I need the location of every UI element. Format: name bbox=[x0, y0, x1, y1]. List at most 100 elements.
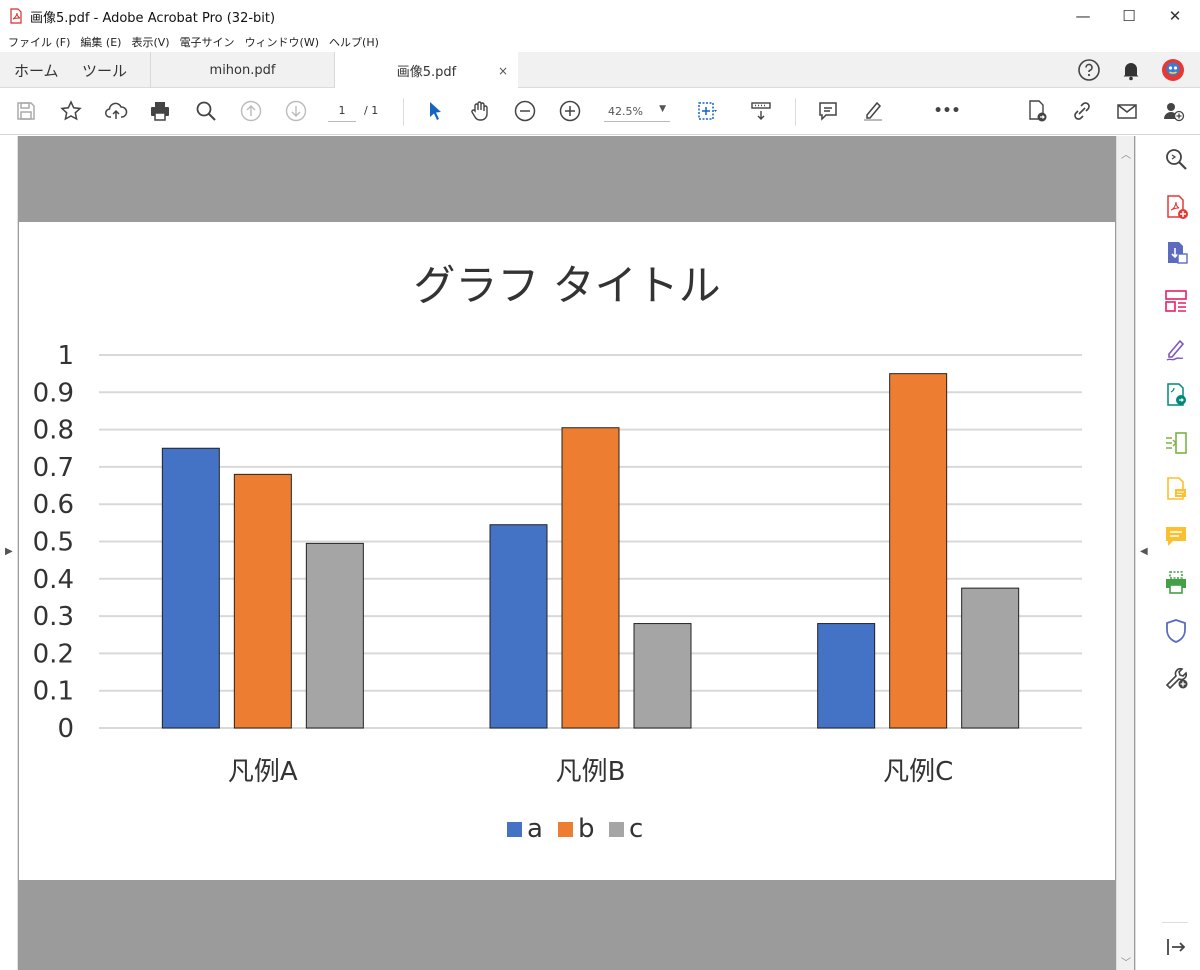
more-tools-icon[interactable]: ••• bbox=[932, 96, 962, 126]
help-icon[interactable] bbox=[1074, 55, 1104, 85]
bookmark-star-icon[interactable] bbox=[56, 96, 86, 126]
menu-esign[interactable]: 電子サイン bbox=[180, 34, 235, 50]
page-total: / 1 bbox=[364, 104, 379, 117]
menu-help[interactable]: ヘルプ(H) bbox=[329, 34, 379, 50]
y-tick-label: 0.5 bbox=[33, 528, 74, 558]
y-tick-label: 0.3 bbox=[33, 602, 74, 632]
search-zoom-icon[interactable] bbox=[191, 96, 221, 126]
x-category-label: 凡例C bbox=[883, 757, 953, 787]
left-panel-toggle[interactable]: ▶ bbox=[0, 136, 18, 970]
export-pdf-tool-icon[interactable] bbox=[1163, 240, 1189, 266]
zoom-in-icon[interactable] bbox=[555, 96, 585, 126]
y-tick-label: 0.7 bbox=[33, 453, 74, 483]
toolbar: 1 / 1 42.5% ▼ ••• bbox=[0, 88, 1200, 135]
bar-a bbox=[817, 623, 876, 729]
y-tick-label: 0.2 bbox=[33, 639, 74, 669]
highlight-pen-icon[interactable] bbox=[858, 96, 888, 126]
minimize-button[interactable]: — bbox=[1060, 0, 1106, 32]
organize-pages-icon[interactable] bbox=[1163, 288, 1189, 314]
scroll-up-icon[interactable]: ︿ bbox=[1121, 146, 1131, 161]
y-tick-label: 0.6 bbox=[33, 490, 74, 520]
vertical-scrollbar[interactable]: ︿ ﹀ bbox=[1116, 136, 1134, 970]
user-avatar-icon[interactable] bbox=[1158, 55, 1188, 85]
print-production-icon[interactable] bbox=[1163, 570, 1189, 596]
protect-shield-icon[interactable] bbox=[1163, 618, 1189, 644]
fit-page-icon[interactable] bbox=[692, 96, 722, 126]
x-category-label: 凡例B bbox=[556, 757, 626, 787]
fill-sign-icon[interactable] bbox=[1163, 336, 1189, 362]
bar-b bbox=[889, 373, 948, 729]
export-pdf-icon[interactable] bbox=[1022, 96, 1052, 126]
legend-label: a bbox=[527, 814, 543, 844]
maximize-button[interactable]: ☐ bbox=[1106, 0, 1152, 32]
menu-view[interactable]: 表示(V) bbox=[131, 34, 169, 50]
compare-files-icon[interactable] bbox=[1163, 430, 1189, 456]
print-icon[interactable] bbox=[145, 96, 175, 126]
email-icon[interactable] bbox=[1112, 96, 1142, 126]
pdf-page: グラフ タイトル 0 0.1 0.2 0.3 0.4 0.5 0.6 0.7 0.8 0.9 1 凡例… bbox=[19, 222, 1115, 880]
more-tools-wrench-icon[interactable] bbox=[1163, 664, 1189, 690]
bar-a bbox=[489, 524, 548, 729]
add-comment-icon[interactable] bbox=[1163, 524, 1189, 550]
send-for-review-icon[interactable] bbox=[1163, 382, 1189, 408]
nav-home[interactable]: ホーム bbox=[14, 52, 59, 88]
panel-divider bbox=[1162, 922, 1188, 923]
save-icon[interactable] bbox=[11, 96, 41, 126]
comment-icon[interactable] bbox=[813, 96, 843, 126]
legend-swatch bbox=[609, 822, 624, 837]
tab-label: 画像5.pdf bbox=[396, 65, 457, 80]
window-title: 画像5.pdf - Adobe Acrobat Pro (32-bit) bbox=[30, 10, 276, 26]
right-tools-panel: ◀ bbox=[1135, 136, 1200, 970]
y-tick-label: 0.4 bbox=[33, 565, 74, 595]
y-tick-label: 0.1 bbox=[33, 677, 74, 707]
tab-label: mihon.pdf bbox=[209, 62, 276, 78]
bar-chart: 0 0.1 0.2 0.3 0.4 0.5 0.6 0.7 0.8 0.9 1 凡例A 凡例B 凡例C a b… bbox=[33, 341, 1082, 844]
toolbar-divider bbox=[403, 98, 404, 126]
bar-b bbox=[561, 427, 620, 729]
add-user-icon[interactable] bbox=[1158, 96, 1188, 126]
pdf-file-icon bbox=[8, 8, 24, 24]
legend-label: c bbox=[629, 814, 643, 844]
select-cursor-icon[interactable] bbox=[420, 96, 450, 126]
scroll-mode-icon[interactable] bbox=[746, 96, 776, 126]
next-page-icon[interactable] bbox=[281, 96, 311, 126]
collapse-right-panel-icon[interactable]: ◀ bbox=[1140, 546, 1148, 557]
menu-bar: ファイル (F) 編集 (E) 表示(V) 電子サイン ウィンドウ(W) ヘルプ… bbox=[0, 32, 1200, 52]
search-document-icon[interactable] bbox=[1163, 146, 1189, 172]
legend-swatch bbox=[507, 822, 522, 837]
legend-swatch bbox=[558, 822, 573, 837]
zoom-out-icon[interactable] bbox=[510, 96, 540, 126]
bar-c bbox=[305, 542, 364, 729]
zoom-value: 42.5% bbox=[608, 105, 643, 118]
y-tick-label: 1 bbox=[57, 341, 74, 371]
notification-bell-icon[interactable] bbox=[1116, 55, 1146, 85]
expand-left-panel-icon[interactable]: ▶ bbox=[5, 546, 13, 557]
tab-bar: ホーム ツール mihon.pdf 画像5.pdf × bbox=[0, 52, 1200, 89]
menu-edit[interactable]: 編集 (E) bbox=[80, 34, 121, 50]
y-tick-label: 0 bbox=[57, 714, 74, 744]
bar-a bbox=[161, 447, 220, 729]
tab-mihon[interactable]: mihon.pdf bbox=[150, 52, 334, 88]
previous-page-icon[interactable] bbox=[236, 96, 266, 126]
title-bar: 画像5.pdf - Adobe Acrobat Pro (32-bit) bbox=[0, 0, 1200, 32]
x-category-label: 凡例A bbox=[228, 757, 298, 787]
hand-tool-icon[interactable] bbox=[465, 96, 495, 126]
y-tick-label: 0.9 bbox=[33, 378, 74, 408]
comment-tool-icon[interactable] bbox=[1163, 476, 1189, 502]
toolbar-divider bbox=[795, 98, 796, 126]
zoom-level-select[interactable]: 42.5% ▼ bbox=[604, 104, 670, 122]
share-link-icon[interactable] bbox=[1067, 96, 1097, 126]
create-pdf-icon[interactable] bbox=[1163, 194, 1189, 220]
cloud-upload-icon[interactable] bbox=[101, 96, 131, 126]
tab-close-button[interactable]: × bbox=[498, 64, 508, 78]
scroll-down-icon[interactable]: ﹀ bbox=[1121, 954, 1131, 969]
collapse-panel-icon[interactable] bbox=[1163, 934, 1189, 960]
bar-b bbox=[233, 473, 292, 729]
tab-gazou5[interactable]: 画像5.pdf × bbox=[334, 52, 518, 89]
close-window-button[interactable]: ✕ bbox=[1152, 0, 1198, 32]
menu-file[interactable]: ファイル (F) bbox=[8, 34, 70, 50]
page-number-input[interactable]: 1 bbox=[328, 104, 356, 122]
menu-window[interactable]: ウィンドウ(W) bbox=[245, 34, 319, 50]
chevron-down-icon: ▼ bbox=[659, 104, 666, 114]
nav-tools[interactable]: ツール bbox=[82, 52, 127, 88]
